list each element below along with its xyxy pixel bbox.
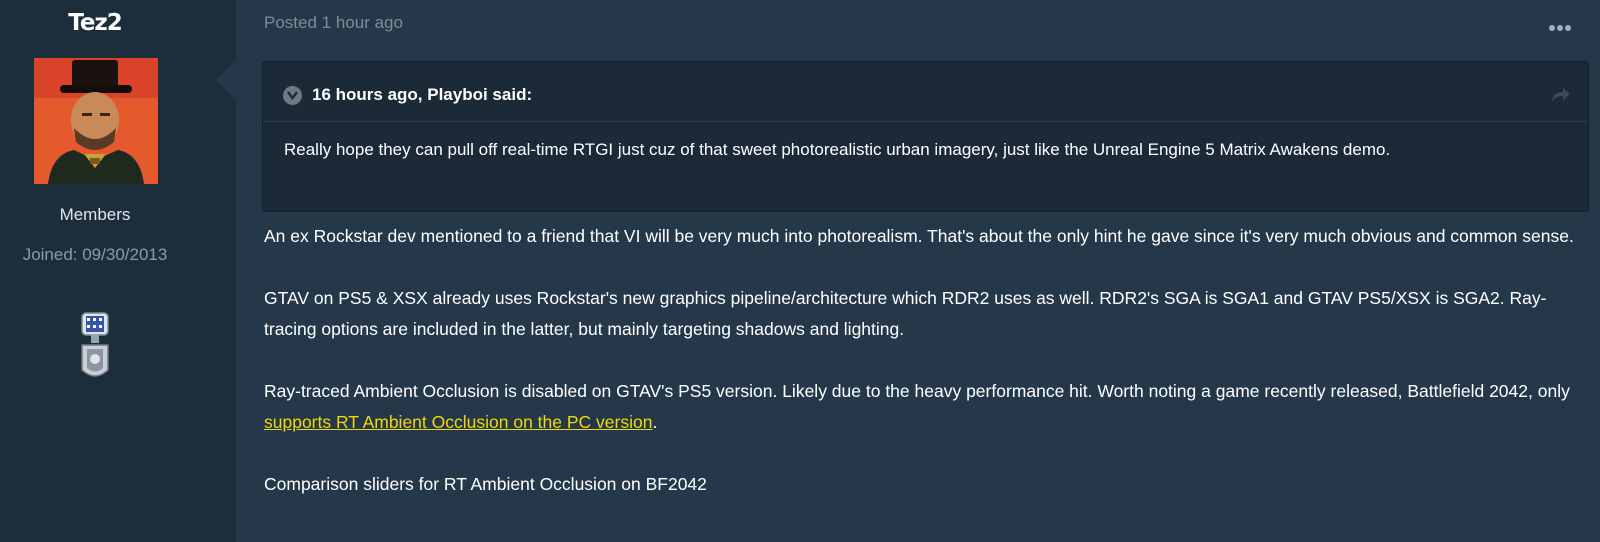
avatar-image <box>34 58 158 184</box>
post-timestamp[interactable]: Posted 1 hour ago <box>264 13 403 33</box>
post-content: An ex Rockstar dev mentioned to a friend… <box>264 221 1584 531</box>
member-group: Members <box>59 205 131 224</box>
rank-medal-icon <box>79 312 111 384</box>
chevron-down-icon[interactable] <box>283 86 302 105</box>
quote-citation[interactable]: 16 hours ago, Playboi said: <box>312 85 532 105</box>
post-paragraph: Ray-traced Ambient Occlusion is disabled… <box>264 376 1584 438</box>
post-paragraph: GTAV on PS5 & XSX already uses Rockstar'… <box>264 288 1547 339</box>
joined-date: Joined: 09/30/2013 <box>22 245 168 264</box>
author-panel-pointer <box>216 60 236 100</box>
post-paragraph: Comparison sliders for RT Ambient Occlus… <box>264 474 707 494</box>
avatar[interactable] <box>34 58 158 184</box>
paragraph-text: Ray-traced Ambient Occlusion is disabled… <box>264 381 1570 401</box>
author-name[interactable]: Tez2 <box>0 10 190 36</box>
post-paragraph: An ex Rockstar dev mentioned to a friend… <box>264 226 1574 246</box>
author-panel: Tez2 Members Joined: 09/30/2013 <box>0 0 236 542</box>
quote-block: 16 hours ago, Playboi said: Really hope … <box>262 61 1589 212</box>
share-arrow-icon[interactable] <box>1551 87 1571 103</box>
paragraph-text: . <box>652 412 658 432</box>
rt-ambient-occlusion-link[interactable]: supports RT Ambient Occlusion on the PC … <box>264 412 652 432</box>
quote-text: Really hope they can pull off real-time … <box>284 140 1391 159</box>
ellipsis-icon[interactable] <box>1549 18 1575 31</box>
quote-header: 16 hours ago, Playboi said: <box>263 62 1588 122</box>
